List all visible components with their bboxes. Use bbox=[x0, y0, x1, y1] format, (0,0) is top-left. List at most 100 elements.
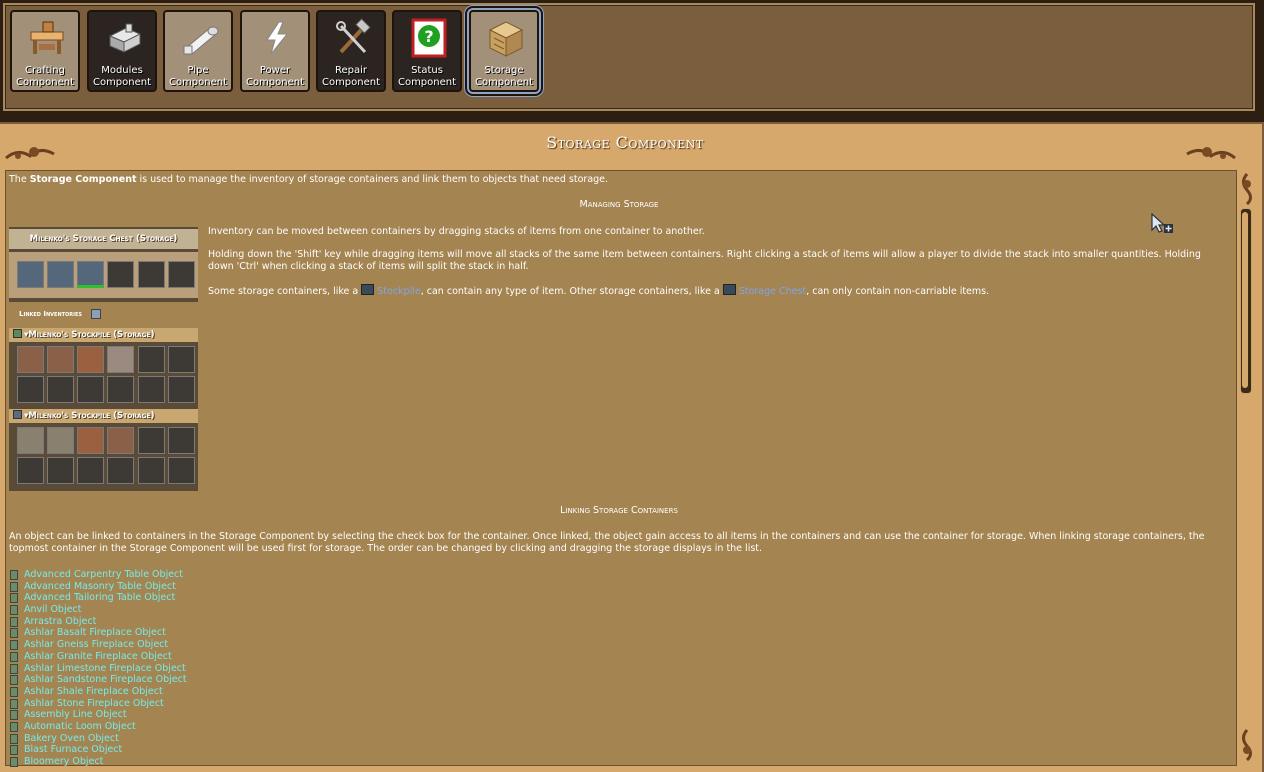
object-link[interactable]: Ashlar Granite Fireplace Object bbox=[24, 651, 172, 662]
inventory-slot[interactable] bbox=[168, 261, 195, 288]
cursor-icon bbox=[1151, 213, 1173, 233]
object-icon bbox=[10, 651, 18, 662]
object-list-item[interactable]: Ashlar Sandstone Fireplace Object bbox=[10, 674, 187, 686]
inventory-slot[interactable] bbox=[77, 261, 104, 288]
inventory-slot[interactable] bbox=[138, 261, 165, 288]
inventory-slot[interactable] bbox=[17, 457, 44, 484]
object-link[interactable]: Ashlar Shale Fireplace Object bbox=[24, 686, 163, 697]
inventory-slot[interactable] bbox=[77, 457, 104, 484]
object-link[interactable]: Advanced Carpentry Table Object bbox=[24, 569, 183, 580]
object-icon bbox=[10, 581, 18, 592]
inventory-slot[interactable] bbox=[17, 261, 44, 288]
object-icon bbox=[10, 663, 18, 674]
object-list-item[interactable]: Ashlar Basalt Fireplace Object bbox=[10, 627, 187, 639]
component-label: Storage Component bbox=[474, 65, 534, 88]
managing-heading: Managing Storage bbox=[579, 199, 659, 210]
linking-paragraph-a: An object can be linked to containers in… bbox=[9, 531, 1205, 542]
power-component-button[interactable]: Power Component bbox=[240, 10, 310, 92]
linked-checkbox[interactable] bbox=[91, 309, 101, 319]
inventory-slot[interactable] bbox=[168, 376, 195, 403]
modules-component-button[interactable]: Modules Component bbox=[87, 10, 157, 92]
object-link[interactable]: Ashlar Limestone Fireplace Object bbox=[24, 663, 186, 674]
object-list-item[interactable]: Ashlar Granite Fireplace Object bbox=[10, 651, 187, 663]
inventory-slot[interactable] bbox=[168, 457, 195, 484]
inventory-slot[interactable] bbox=[138, 346, 165, 373]
object-link[interactable]: Anvil Object bbox=[24, 604, 81, 615]
object-icon bbox=[10, 733, 18, 744]
object-list-item[interactable]: Blast Furnace Object bbox=[10, 744, 187, 756]
object-link[interactable]: Advanced Tailoring Table Object bbox=[24, 592, 175, 603]
object-list-item[interactable]: Arrastra Object bbox=[10, 616, 187, 628]
storage-component-button[interactable]: Storage Component bbox=[467, 8, 541, 94]
component-label: Modules Component bbox=[92, 65, 152, 88]
object-list-item[interactable]: Automatic Loom Object bbox=[10, 721, 187, 733]
status-component-button[interactable]: ? Status Component bbox=[392, 10, 462, 92]
inventory-slot[interactable] bbox=[47, 261, 74, 288]
linked-inventories-bar: Linked Inventories bbox=[9, 302, 198, 328]
object-icon bbox=[10, 686, 18, 697]
inventory-slot[interactable] bbox=[47, 457, 74, 484]
inventory-slot[interactable] bbox=[107, 457, 134, 484]
pipe-icon bbox=[183, 26, 219, 55]
stockpile-1-checkbox[interactable] bbox=[13, 329, 22, 338]
inventory-slot[interactable] bbox=[138, 427, 165, 454]
inventory-slot[interactable] bbox=[107, 346, 134, 373]
object-link[interactable]: Bloomery Object bbox=[24, 756, 103, 767]
inventory-slot[interactable] bbox=[138, 376, 165, 403]
object-list-item[interactable]: Bloomery Object bbox=[10, 756, 187, 768]
object-link[interactable]: Arrastra Object bbox=[24, 616, 96, 627]
object-icon bbox=[10, 710, 18, 721]
storage-chest-link[interactable]: Storage Chest bbox=[739, 286, 806, 297]
object-link[interactable]: Ashlar Basalt Fireplace Object bbox=[24, 627, 166, 638]
object-link[interactable]: Assembly Line Object bbox=[24, 709, 127, 720]
stockpile-link[interactable]: Stockpile bbox=[377, 286, 420, 297]
side-ornament-bottom-icon bbox=[1242, 729, 1252, 762]
object-list-item[interactable]: Advanced Masonry Table Object bbox=[10, 581, 187, 593]
stockpile-2-checkbox[interactable] bbox=[13, 410, 22, 419]
object-list-item[interactable]: Advanced Carpentry Table Object bbox=[10, 569, 187, 581]
object-icon bbox=[10, 757, 18, 767]
object-list-item[interactable]: Assembly Line Object bbox=[10, 709, 187, 721]
component-label: Power Component bbox=[245, 65, 305, 88]
inventory-slot[interactable] bbox=[77, 346, 104, 373]
inventory-slot[interactable] bbox=[77, 376, 104, 403]
inventory-illustration: Milenko's Storage Chest (Storage) Linked… bbox=[9, 227, 198, 491]
object-link[interactable]: Bakery Oven Object bbox=[24, 733, 119, 744]
inventory-slot[interactable] bbox=[138, 457, 165, 484]
inventory-slot[interactable] bbox=[17, 346, 44, 373]
object-link[interactable]: Ashlar Sandstone Fireplace Object bbox=[24, 674, 187, 685]
inventory-slot[interactable] bbox=[107, 261, 134, 288]
scrollbar-thumb[interactable] bbox=[1242, 212, 1248, 388]
inventory-slot[interactable] bbox=[47, 427, 74, 454]
inventory-slot[interactable] bbox=[107, 427, 134, 454]
inventory-slot[interactable] bbox=[168, 346, 195, 373]
side-ornament-top-icon bbox=[1242, 173, 1252, 206]
object-list-item[interactable]: Ashlar Gneiss Fireplace Object bbox=[10, 639, 187, 651]
object-list-item[interactable]: Ashlar Shale Fireplace Object bbox=[10, 686, 187, 698]
inventory-slot[interactable] bbox=[107, 376, 134, 403]
object-list-item[interactable]: Anvil Object bbox=[10, 604, 187, 616]
inventory-slot[interactable] bbox=[168, 427, 195, 454]
storage-crate-icon bbox=[488, 21, 524, 57]
object-link[interactable]: Ashlar Stone Fireplace Object bbox=[24, 698, 164, 709]
object-list-item[interactable]: Advanced Tailoring Table Object bbox=[10, 592, 187, 604]
repair-component-button[interactable]: Repair Component bbox=[316, 10, 386, 92]
object-list-item[interactable]: Bakery Oven Object bbox=[10, 733, 187, 745]
power-bolt-icon bbox=[266, 21, 289, 55]
managing-paragraph-2a: Holding down the 'Shift' key while dragg… bbox=[208, 249, 1201, 260]
object-link[interactable]: Ashlar Gneiss Fireplace Object bbox=[24, 639, 168, 650]
object-list-item[interactable]: Ashlar Limestone Fireplace Object bbox=[10, 663, 187, 675]
inventory-slot[interactable] bbox=[47, 376, 74, 403]
inventory-slot[interactable] bbox=[77, 427, 104, 454]
object-list-item[interactable]: Ashlar Stone Fireplace Object bbox=[10, 698, 187, 710]
inventory-slot[interactable] bbox=[17, 376, 44, 403]
object-link[interactable]: Advanced Masonry Table Object bbox=[24, 581, 176, 592]
pipe-component-button[interactable]: Pipe Component bbox=[163, 10, 233, 92]
crafting-component-button[interactable]: Crafting Component bbox=[10, 10, 80, 92]
inventory-slot[interactable] bbox=[17, 427, 44, 454]
object-link[interactable]: Blast Furnace Object bbox=[24, 744, 122, 755]
storage-chest-icon bbox=[722, 284, 736, 295]
object-link[interactable]: Automatic Loom Object bbox=[24, 721, 136, 732]
inventory-slot[interactable] bbox=[47, 346, 74, 373]
object-icon bbox=[10, 745, 18, 756]
